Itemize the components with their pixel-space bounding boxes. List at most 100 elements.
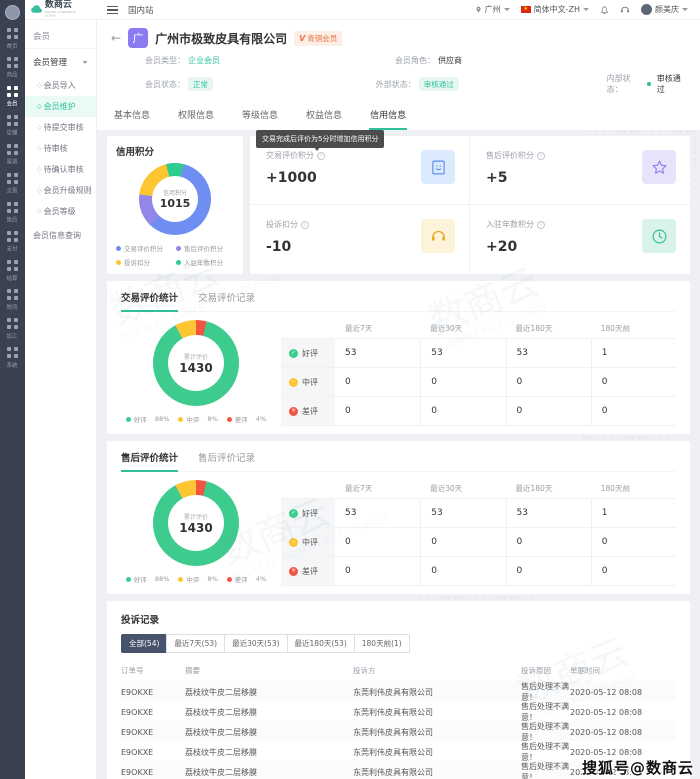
- trade-eval-section: 交易评价统计 交易评价记录 累计评价 1430 好评 88% 中评 8% 差评 …: [107, 281, 690, 434]
- filter-before-180days[interactable]: 180天前(1): [353, 634, 410, 653]
- credit-score-value: 1015: [159, 197, 191, 210]
- tab-credit-info[interactable]: 信用信息: [369, 102, 408, 130]
- user-avatar: [641, 4, 652, 15]
- tab-aftersale-eval-stats[interactable]: 售后评价统计: [121, 450, 179, 472]
- sidebar-item-member-import[interactable]: 会员导入: [25, 75, 96, 96]
- info-icon[interactable]: [301, 220, 309, 229]
- smile-icon: ✓: [289, 348, 298, 358]
- legend-dot-icon: [116, 245, 121, 251]
- rail-item-payment[interactable]: 支付: [6, 231, 18, 253]
- rail-item-trade[interactable]: 交易: [6, 173, 18, 195]
- aftersale-eval-total: 1430: [179, 520, 213, 535]
- trade-eval-donut-chart: 累计评价 1430: [153, 320, 239, 406]
- filter-180days[interactable]: 最近180天(53): [286, 634, 355, 653]
- tab-permission-info[interactable]: 权限信息: [177, 102, 215, 130]
- credit-stats-card: 交易完成后评价为5分时增加信用积分 交易评价积分 +1000 售后评价积分 +5: [250, 130, 690, 274]
- rail-item-logistics[interactable]: 物流: [6, 289, 18, 311]
- chevron-down-icon: [682, 8, 688, 11]
- tab-aftersale-eval-records[interactable]: 售后评价记录: [198, 450, 255, 472]
- rail-item-channels[interactable]: 渠道: [6, 144, 18, 166]
- bell-icon[interactable]: [600, 5, 609, 15]
- filter-all[interactable]: 全部(54): [121, 634, 168, 653]
- column-header: 订单号: [121, 665, 144, 675]
- info-icon[interactable]: [317, 151, 325, 160]
- chevron-down-icon: [503, 8, 510, 11]
- user-menu[interactable]: 颜美庆: [641, 4, 688, 15]
- headset-icon[interactable]: [620, 5, 630, 15]
- language-selector[interactable]: ★ 简体中文-ZH: [520, 4, 589, 15]
- sohu-watermark: 搜狐号@数商云: [581, 759, 694, 777]
- rail-item-system[interactable]: 系统: [6, 347, 18, 369]
- external-status-badge: 审核通过: [418, 77, 459, 91]
- aftersale-eval-legend: 好评 88% 中评 8% 差评 4%: [125, 574, 266, 584]
- rail-item-home[interactable]: 首页: [6, 28, 18, 50]
- rail-item-products[interactable]: 商品: [6, 57, 18, 79]
- neutral-face-icon: ─: [289, 537, 298, 547]
- filter-7days[interactable]: 最近7天(53): [166, 634, 226, 653]
- rail-avatar[interactable]: [5, 5, 20, 20]
- sidebar-item-member-maintenance[interactable]: 会员维护: [25, 96, 96, 117]
- sidebar-item-member-level[interactable]: 会员等级: [25, 201, 96, 222]
- sidebar-item-pending-review[interactable]: 待审核: [25, 138, 96, 159]
- sidebar-item-pending-confirm[interactable]: 待确认审核: [25, 159, 96, 180]
- location-pin-icon: [476, 6, 481, 13]
- sidebar-item-member-info-query[interactable]: 会员信息查询: [25, 222, 96, 249]
- cn-flag-icon: ★: [520, 6, 531, 13]
- location-selector[interactable]: 广州: [475, 4, 510, 15]
- rail-item-settlement[interactable]: 结算: [6, 260, 18, 282]
- company-avatar: 广: [128, 28, 149, 48]
- legend-dot-icon: [226, 416, 232, 422]
- headset-icon: [421, 219, 455, 253]
- member-status-label: 会员状态：: [145, 79, 185, 89]
- column-header: 最近180天: [515, 323, 553, 333]
- column-header: 投诉原因: [521, 665, 551, 675]
- trade-eval-table: 最近7天 最近30天 最近180天 180天前 ✓好评 53 53 53 1: [281, 318, 676, 426]
- member-role-label: 会员角色：: [395, 56, 435, 65]
- legend-dot-icon: [178, 576, 184, 582]
- grid-icon: [6, 28, 18, 39]
- topbar: 数商云 DIGITAL COMMERCE CLOUD 国内站 广州 ★ 简体中文…: [25, 0, 700, 20]
- main-content: 数商云DIGITAL COMMERCE CLOUD 数商云COMMERCE CL…: [97, 20, 700, 779]
- back-button[interactable]: ←: [111, 31, 121, 45]
- cloud-logo-icon: [31, 5, 42, 13]
- table-row: ✓ 好评 53 53 53 1: [281, 338, 676, 367]
- column-header: 最近30天: [430, 483, 463, 493]
- sidebar-item-upgrade-rules[interactable]: 会员升级规则: [25, 180, 96, 201]
- tab-basic-info[interactable]: 基本信息: [113, 102, 151, 130]
- brand-name: 数商云: [44, 0, 72, 10]
- user-name: 颜美庆: [655, 5, 679, 14]
- table-row: ✕ 差评 0 0 0 0: [281, 396, 676, 425]
- column-header: 摘要: [185, 665, 200, 675]
- tab-trade-eval-stats[interactable]: 交易评价统计: [121, 290, 179, 312]
- tab-level-info[interactable]: 等级信息: [241, 102, 279, 130]
- rail-item-members[interactable]: 会员: [6, 86, 18, 108]
- table-row: E9OKXE 荔枝纹牛皮二层移膜 东莞利伟皮具有限公司 售后处理不满意！ 2020-05…: [121, 721, 676, 742]
- info-icon[interactable]: [537, 220, 545, 229]
- sidebar-group-member-management[interactable]: 会员管理: [25, 49, 96, 75]
- hamburger-menu-icon[interactable]: [107, 5, 118, 14]
- column-header: 180天前: [600, 483, 631, 493]
- rail-item-processing[interactable]: 加工: [6, 318, 18, 340]
- stat-years-score: 入驻年数积分 +20: [470, 205, 690, 274]
- grid-icon: [6, 115, 18, 126]
- chevron-down-icon: [583, 8, 589, 11]
- rail-item-shops[interactable]: 店铺: [6, 115, 18, 137]
- brand-logo[interactable]: 数商云 DIGITAL COMMERCE CLOUD: [25, 1, 97, 18]
- rail-item-aftersale[interactable]: 售后: [6, 202, 18, 224]
- legend-dot-icon: [125, 416, 131, 422]
- app-window: 首页 商品 会员 店铺 渠道 交易 售后 支付 结算 物流 加工 系统 数商云 …: [0, 0, 700, 779]
- aftersale-eval-donut-chart: 累计评价 1430: [153, 480, 239, 566]
- trade-eval-legend: 好评 88% 中评 8% 差评 4%: [125, 414, 266, 424]
- grid-icon: [6, 86, 18, 97]
- column-header: 180天前: [600, 323, 631, 333]
- icon-rail: 首页 商品 会员 店铺 渠道 交易 售后 支付 结算 物流 加工 系统: [0, 0, 25, 779]
- filter-30days[interactable]: 最近30天(53): [224, 634, 288, 653]
- tab-rights-info[interactable]: 权益信息: [305, 102, 343, 130]
- legend-dot-icon: [176, 259, 181, 265]
- sidebar-section-title: 会员: [25, 26, 96, 49]
- info-icon[interactable]: [537, 151, 545, 160]
- site-selector[interactable]: 国内站: [128, 4, 154, 16]
- sidebar-item-pending-submit[interactable]: 待提交审核: [25, 117, 96, 138]
- tab-trade-eval-records[interactable]: 交易评价记录: [198, 290, 255, 312]
- table-row: ✕ 差评 0 0 0 0: [281, 556, 676, 585]
